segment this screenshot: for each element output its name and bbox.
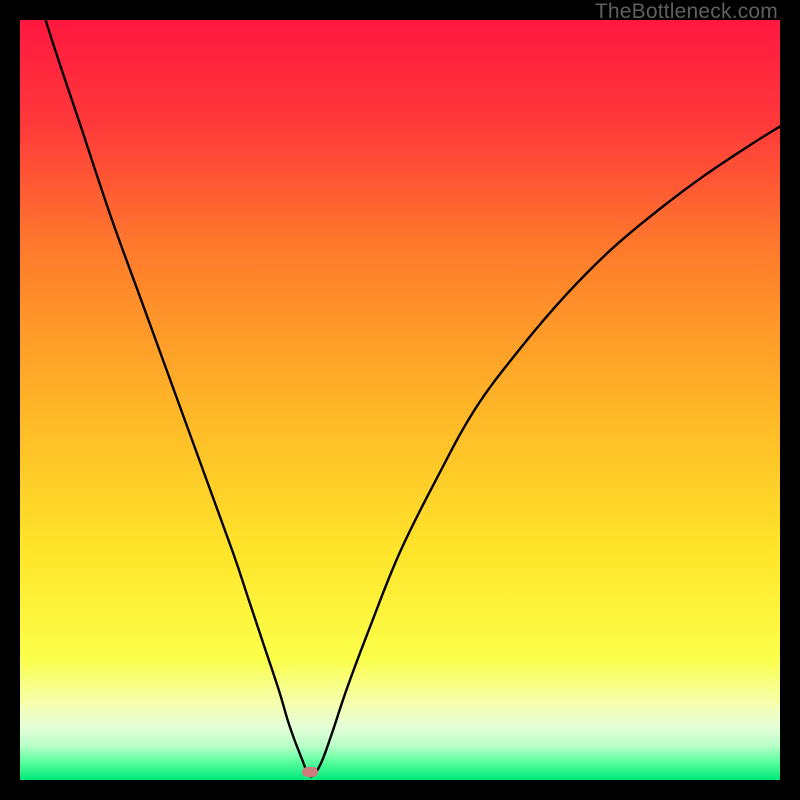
- plot-frame: [20, 20, 780, 780]
- optimum-marker: [302, 767, 318, 777]
- background-gradient: [20, 20, 780, 780]
